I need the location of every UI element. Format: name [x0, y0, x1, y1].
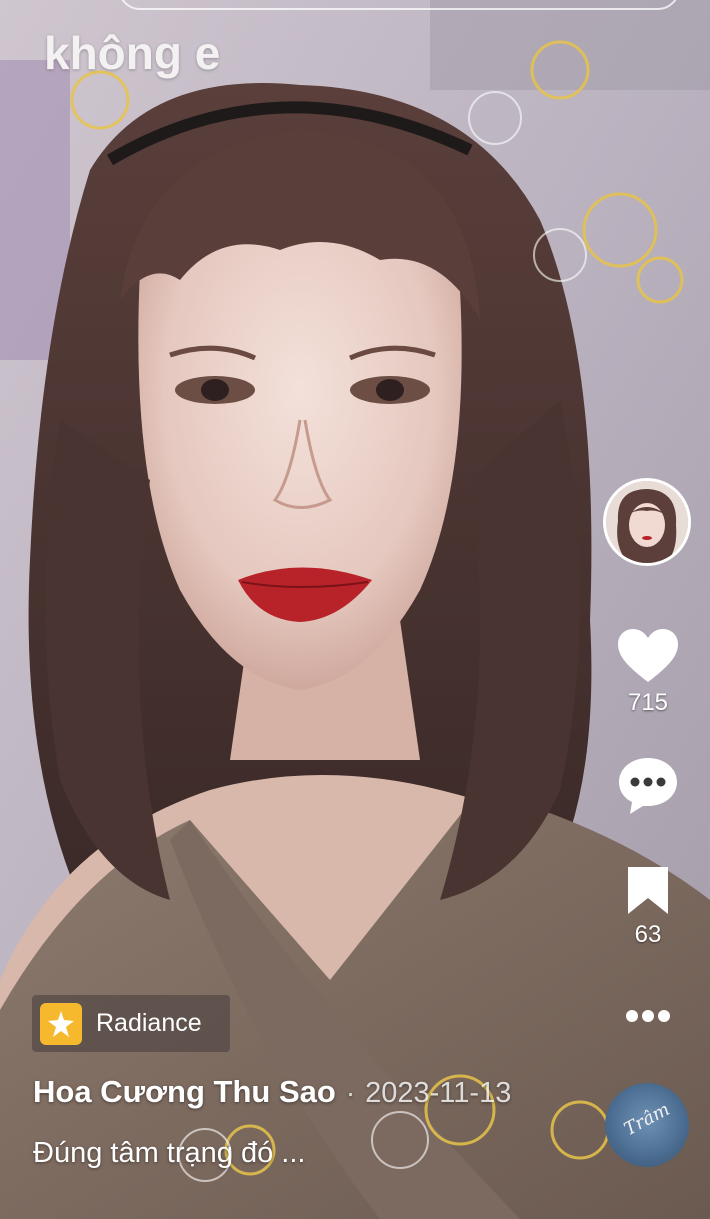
search-bar-edge[interactable]: [118, 0, 680, 10]
comment-icon: [619, 758, 677, 814]
author-line: Hoa Cương Thu Sao · 2023-11-13: [33, 1074, 511, 1110]
bookmark-count: 63: [634, 921, 662, 948]
more-icon: [626, 1010, 670, 1022]
heart-icon: [618, 629, 678, 682]
sparkle-icon: [40, 1002, 82, 1045]
creator-avatar[interactable]: [603, 478, 691, 566]
like-button[interactable]: 715: [600, 628, 696, 717]
music-disc-label: Trâm: [620, 1098, 674, 1141]
more-button[interactable]: [624, 1008, 672, 1024]
video-description[interactable]: Đúng tâm trạng đó ...: [33, 1137, 305, 1170]
like-count: 715: [627, 689, 669, 716]
video-caption-overlay: không e: [44, 27, 221, 79]
effect-label: Radiance: [96, 1009, 202, 1037]
date-separator: ·: [345, 1077, 356, 1108]
author-name[interactable]: Hoa Cương Thu Sao: [33, 1074, 336, 1109]
avatar-photo: [606, 481, 688, 563]
comment-button[interactable]: [600, 756, 696, 821]
bookmark-icon: [628, 867, 668, 914]
music-disc[interactable]: Trâm: [605, 1083, 689, 1167]
effect-chip[interactable]: Radiance: [32, 995, 230, 1052]
bookmark-button[interactable]: 63: [600, 864, 696, 949]
post-date: 2023-11-13: [365, 1077, 512, 1109]
